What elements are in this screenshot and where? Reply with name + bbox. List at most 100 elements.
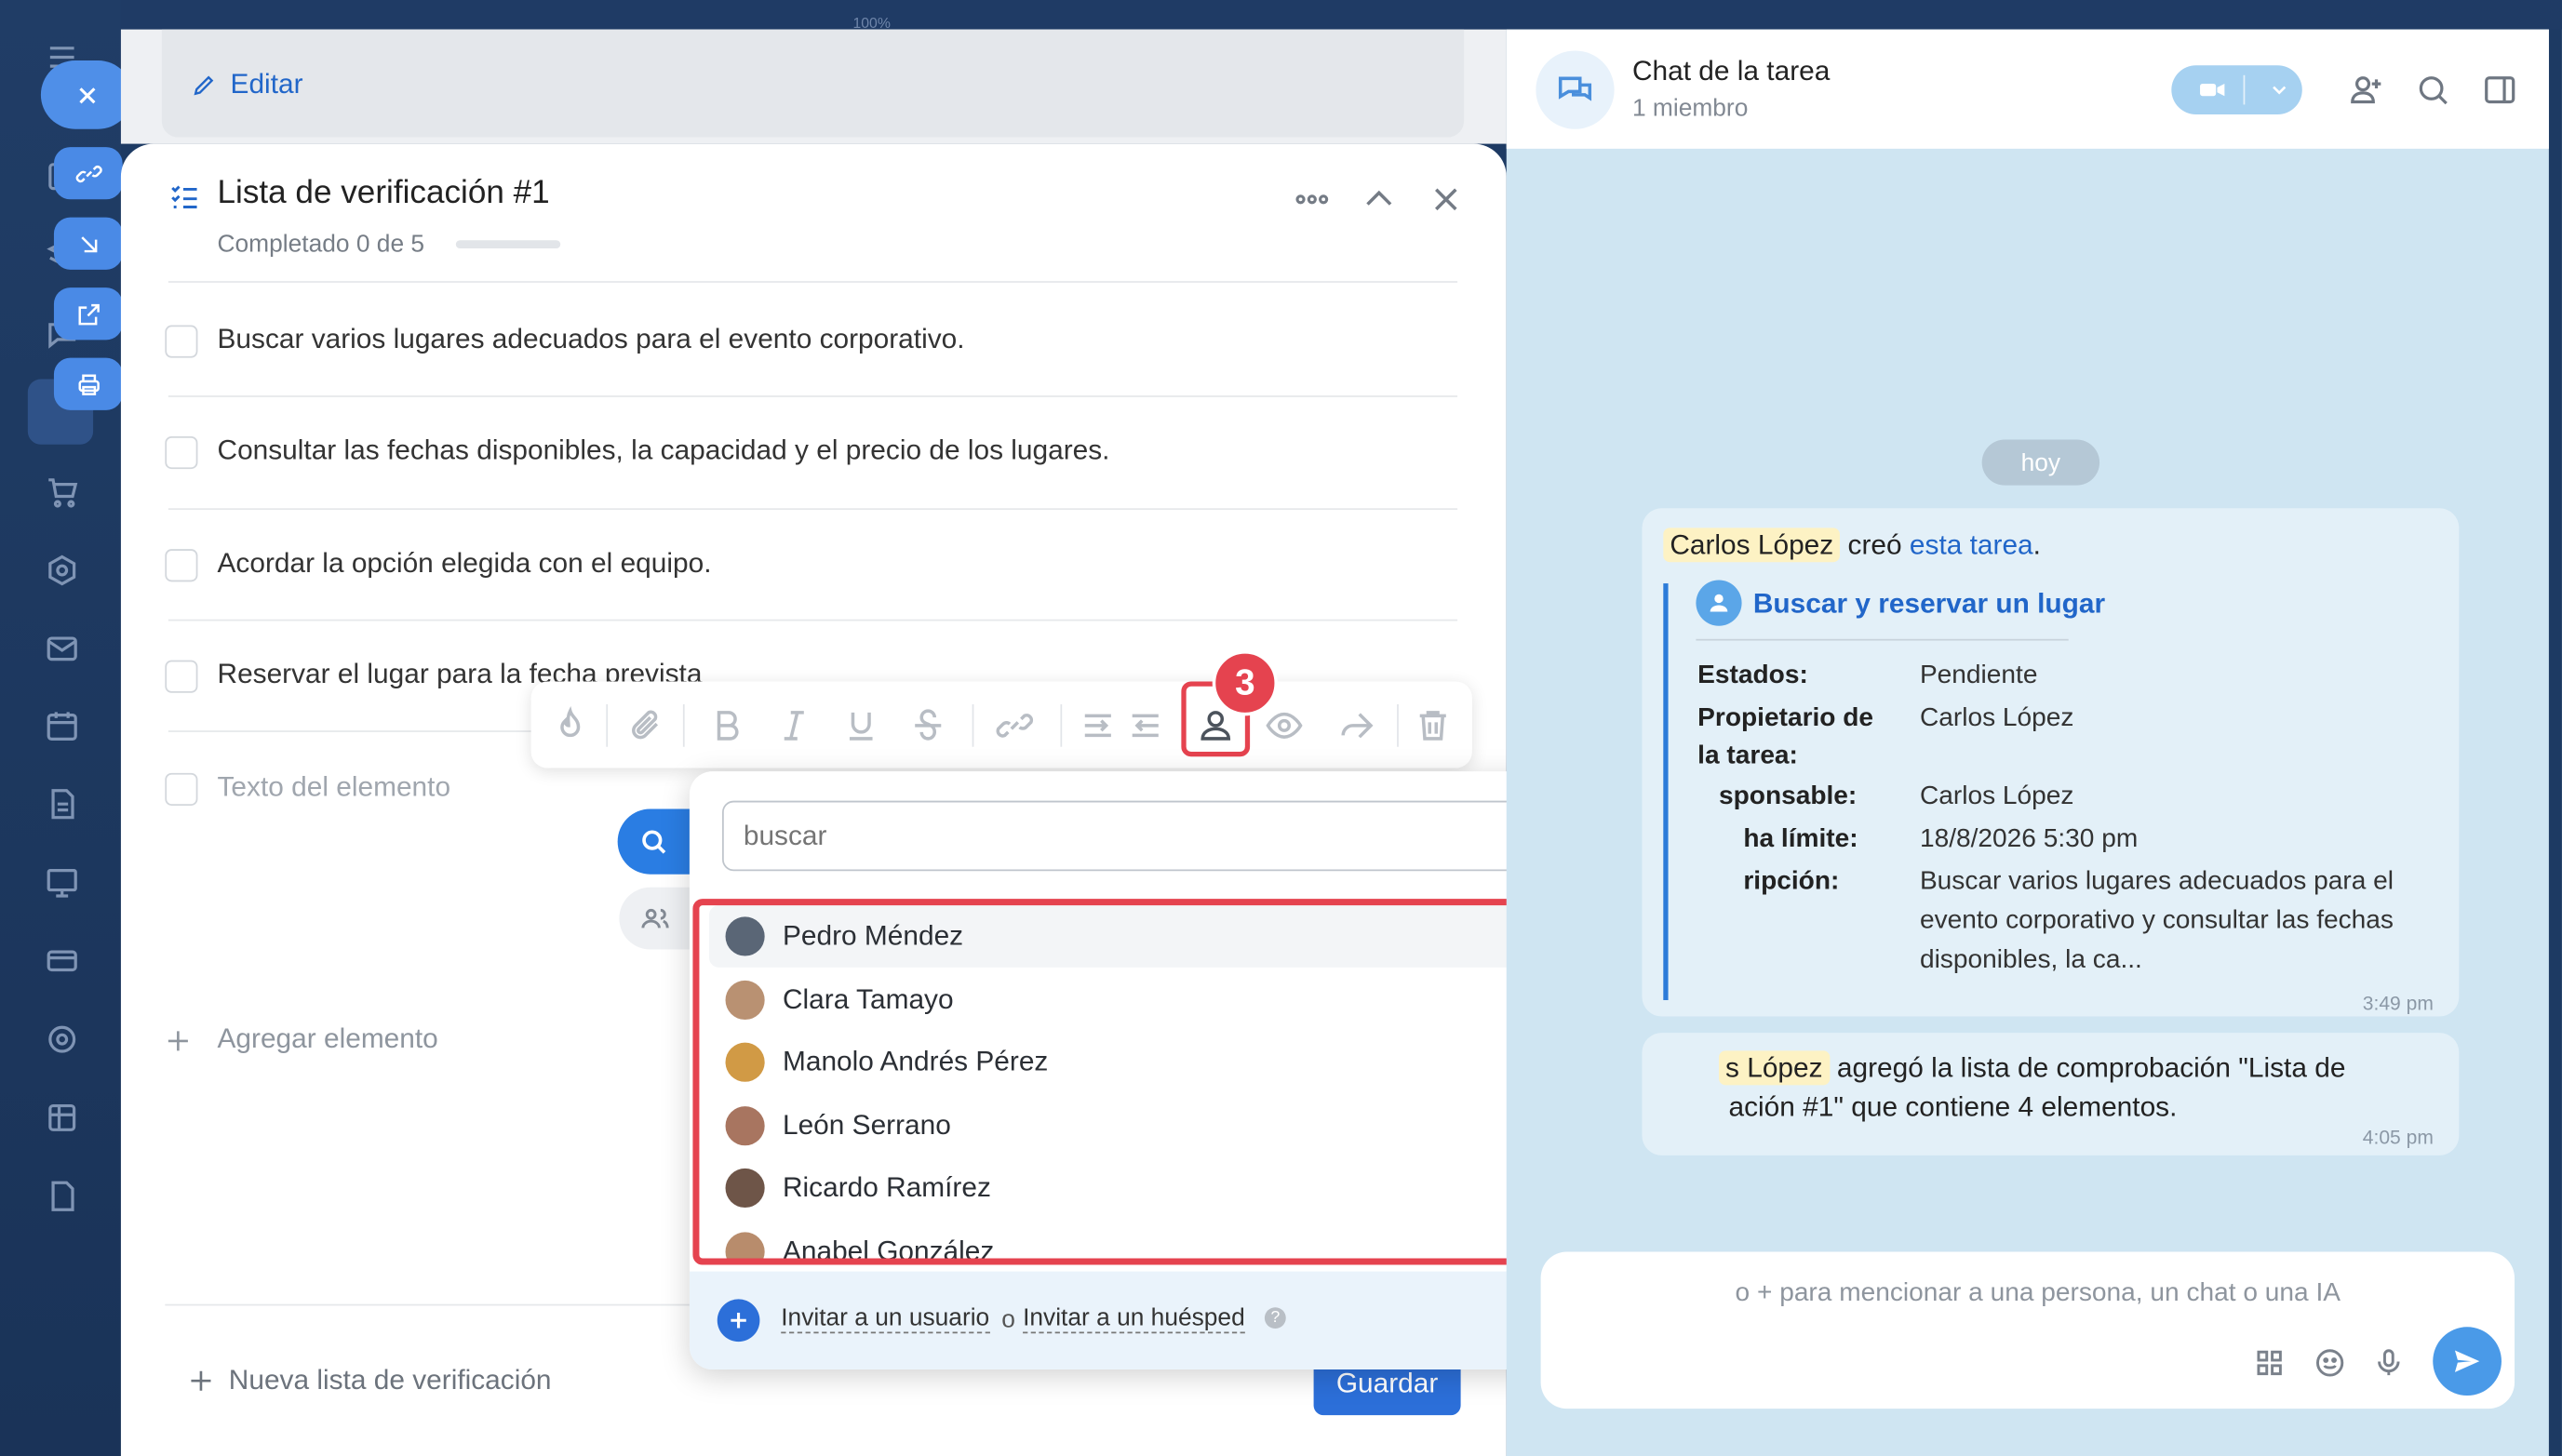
item-checkbox[interactable]: [165, 772, 198, 806]
field-label: ha límite:: [1743, 825, 1858, 853]
users-side-button[interactable]: [619, 887, 693, 950]
checklist-item: Consultar las fechas disponibles, la cap…: [165, 433, 1109, 472]
chat-members[interactable]: 1 miembro: [1632, 95, 1748, 123]
plus-icon: [191, 1370, 211, 1391]
invite-user-link[interactable]: Invitar a un usuario: [781, 1304, 990, 1334]
message-time: 3:49 pm: [2362, 992, 2434, 1015]
video-camera-icon: [2200, 84, 2225, 97]
search-icon: [642, 830, 666, 854]
search-side-button[interactable]: [617, 808, 693, 875]
copy-link-button[interactable]: [53, 147, 123, 200]
message-time: 4:05 pm: [2362, 1126, 2434, 1149]
italic-icon[interactable]: [774, 706, 813, 745]
add-user-icon[interactable]: [2348, 72, 2384, 108]
watch-eye-icon[interactable]: [1265, 706, 1304, 745]
field-value: 18/8/2026 5:30 pm: [1919, 825, 2139, 853]
video-call-button[interactable]: [2171, 65, 2302, 114]
step-badge-3: 3: [1212, 650, 1278, 716]
message-composer[interactable]: o + para mencionar a una persona, un cha…: [1540, 1251, 2515, 1409]
collapse-chevron-up-icon[interactable]: [1360, 180, 1399, 219]
message-text: ación #1" que contiene 4 elementos.: [1728, 1091, 2178, 1123]
mail-icon[interactable]: [44, 631, 80, 667]
forward-icon[interactable]: [1336, 706, 1375, 745]
edit-doc-icon[interactable]: [44, 1178, 80, 1214]
item-checkbox[interactable]: [165, 435, 198, 470]
field-value: evento corporativo y consultar las fecha…: [1919, 906, 2394, 935]
item-checkbox[interactable]: [165, 549, 198, 582]
document-icon[interactable]: [44, 786, 80, 822]
new-checklist-button[interactable]: Nueva lista de verificación: [186, 1365, 552, 1397]
chat-bubbles-icon: [1536, 50, 1615, 129]
checklist-progress-text: Completado 0 de 5: [217, 230, 425, 259]
task-title-link[interactable]: Buscar y reservar un lugar: [1753, 588, 2105, 621]
priority-flame-icon[interactable]: [551, 706, 590, 745]
checklist-item: Buscar varios lugares adecuados para el …: [165, 322, 965, 361]
arrow-down-right-icon: [80, 235, 97, 252]
checklist-item-text[interactable]: Acordar la opción elegida con el equipo.: [218, 547, 712, 580]
checklist-item: Acordar la opción elegida con el equipo.: [165, 546, 711, 585]
item-checkbox[interactable]: [165, 660, 198, 693]
minimize-button[interactable]: [53, 217, 123, 270]
open-new-window-button[interactable]: [53, 287, 123, 341]
app-screen: 100% Editar Lista de verificación #1 Com…: [0, 0, 2562, 1456]
microphone-icon[interactable]: [2372, 1346, 2405, 1379]
users-icon: [641, 908, 669, 928]
message-text: agregó la lista de comprobación "Lista d…: [1836, 1052, 2346, 1084]
field-label: la tarea:: [1697, 741, 1798, 770]
underline-icon[interactable]: [841, 706, 880, 745]
print-button[interactable]: [53, 357, 123, 410]
field-value: Carlos López: [1919, 782, 2074, 811]
author-name[interactable]: s López: [1718, 1050, 1830, 1086]
close-slider-button[interactable]: [40, 60, 133, 129]
close-checklist-icon[interactable]: [1427, 180, 1466, 219]
printer-icon: [77, 373, 100, 394]
author-name[interactable]: Carlos López: [1663, 528, 1841, 563]
more-options-icon[interactable]: [1293, 180, 1332, 219]
card-icon[interactable]: [44, 943, 80, 980]
delete-trash-icon[interactable]: [1414, 706, 1453, 745]
send-arrow-icon: [2454, 1350, 2480, 1372]
board-icon[interactable]: [44, 864, 80, 901]
task-user-icon: [1696, 580, 1742, 626]
sidebar-panel-icon[interactable]: [2482, 72, 2518, 108]
checklist-item-text[interactable]: Buscar varios lugares adecuados para el …: [218, 324, 965, 356]
task-chat-panel: Chat de la tarea 1 miembro hoy Carlos Ló…: [1506, 29, 2549, 1456]
apps-grid-icon[interactable]: [2253, 1346, 2286, 1379]
new-item-input[interactable]: Texto del elemento: [218, 771, 451, 804]
field-value: disponibles, la ca...: [1919, 946, 2142, 974]
link-icon[interactable]: [995, 706, 1034, 745]
field-value: Buscar varios lugares adecuados para el: [1919, 867, 2394, 896]
attachment-icon[interactable]: [625, 706, 664, 745]
cart-icon[interactable]: [44, 474, 80, 510]
pencil-icon: [194, 75, 214, 96]
composer-placeholder[interactable]: o + para mencionar a una persona, un cha…: [1736, 1279, 2341, 1309]
field-label: Propietario de: [1697, 704, 1874, 732]
invite-plus-button[interactable]: [717, 1299, 760, 1342]
grid-icon[interactable]: [44, 1100, 80, 1136]
format-toolbar: [530, 681, 1472, 768]
close-icon: [78, 87, 95, 103]
calendar-icon[interactable]: [44, 708, 80, 744]
strikethrough-icon[interactable]: [908, 706, 947, 745]
send-button[interactable]: [2433, 1327, 2502, 1396]
bold-icon[interactable]: [707, 706, 746, 745]
checklist-title[interactable]: Lista de verificación #1: [218, 175, 550, 212]
checklist-item-text[interactable]: Consultar las fechas disponibles, la cap…: [218, 434, 1110, 467]
invite-guest-link[interactable]: Invitar a un huésped: [1023, 1304, 1245, 1334]
outdent-icon[interactable]: [1126, 706, 1165, 745]
target-icon[interactable]: [44, 1022, 80, 1058]
indent-icon[interactable]: [1079, 706, 1118, 745]
add-item-button[interactable]: Agregar elemento: [164, 1023, 438, 1056]
date-separator: hoy: [1981, 439, 2100, 486]
chevron-down-icon: [2273, 86, 2287, 95]
help-icon[interactable]: ?: [1264, 1307, 1286, 1329]
checklist-icon: [168, 180, 201, 212]
chat-title[interactable]: Chat de la tarea: [1632, 56, 1830, 88]
external-link-icon: [77, 303, 100, 325]
emoji-icon[interactable]: [2314, 1346, 2346, 1379]
item-checkbox[interactable]: [165, 325, 198, 358]
hexagon-icon[interactable]: [44, 553, 80, 589]
task-link[interactable]: esta tarea: [1910, 529, 2033, 560]
chat-search-icon[interactable]: [2415, 72, 2451, 108]
edit-button[interactable]: Editar: [191, 69, 303, 101]
